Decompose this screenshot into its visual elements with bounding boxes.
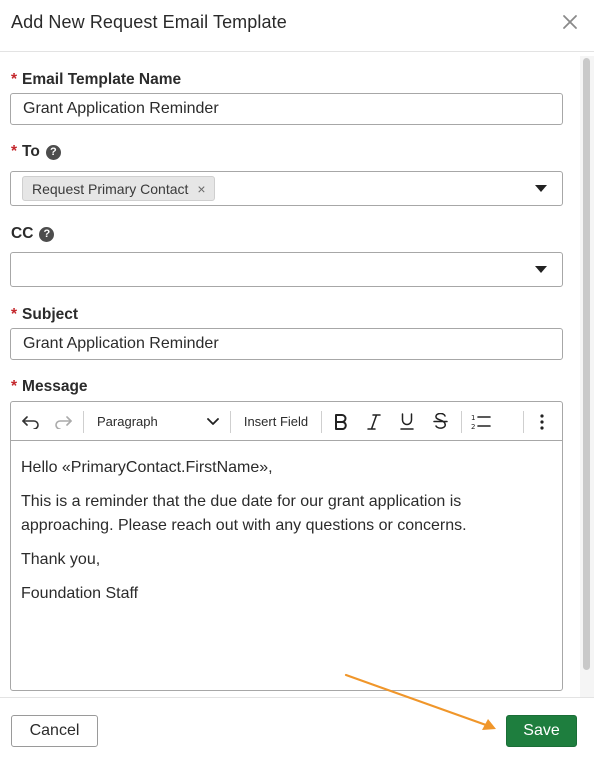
- toolbar-divider: [461, 411, 462, 433]
- underline-icon[interactable]: [395, 402, 419, 441]
- toolbar-divider: [523, 411, 524, 433]
- save-button[interactable]: Save: [506, 715, 577, 747]
- message-body[interactable]: Hello «PrimaryContact.FirstName», This i…: [21, 456, 551, 616]
- undo-icon[interactable]: [19, 402, 43, 441]
- redo-icon[interactable]: [51, 402, 75, 441]
- insert-field-label: Insert Field: [243, 414, 309, 429]
- cancel-button[interactable]: Cancel: [11, 715, 98, 747]
- close-icon[interactable]: [558, 10, 582, 34]
- to-select[interactable]: Request Primary Contact ×: [10, 171, 563, 206]
- chevron-down-icon: [207, 417, 219, 425]
- message-paragraph: Hello «PrimaryContact.FirstName»,: [21, 459, 273, 476]
- toolbar-divider: [83, 411, 84, 433]
- paragraph-style-dropdown[interactable]: Paragraph: [91, 402, 223, 441]
- template-name-label-text: Email Template Name: [22, 71, 182, 88]
- required-marker: *: [11, 306, 18, 323]
- cc-select[interactable]: [10, 252, 563, 287]
- message-paragraph: Thank you,: [21, 551, 101, 568]
- more-vertical-icon[interactable]: [531, 402, 553, 441]
- required-marker: *: [11, 143, 18, 160]
- recipient-chip-label: Request Primary Contact: [32, 180, 189, 197]
- message-paragraph: Foundation Staff: [21, 585, 139, 602]
- svg-text:1: 1: [471, 414, 475, 422]
- dialog-footer: Cancel Save: [0, 697, 594, 757]
- scrollbar-thumb[interactable]: [583, 58, 590, 670]
- template-name-input[interactable]: Grant Application Reminder: [10, 93, 563, 125]
- help-icon[interactable]: ?: [39, 226, 55, 242]
- cc-label-text: CC: [11, 225, 34, 242]
- remove-chip-icon[interactable]: ×: [197, 181, 205, 197]
- italic-icon[interactable]: [362, 402, 386, 441]
- required-marker: *: [11, 378, 18, 395]
- template-name-label: * Email Template Name: [11, 71, 181, 89]
- editor-toolbar: Paragraph Insert Field 1 2: [11, 402, 562, 441]
- dialog-header: Add New Request Email Template: [0, 0, 594, 52]
- dialog-body: * Email Template Name Grant Application …: [0, 53, 594, 697]
- to-label: * To ?: [11, 143, 61, 161]
- message-paragraph: This is a reminder that the due date for…: [21, 493, 467, 534]
- insert-field-button[interactable]: Insert Field: [237, 402, 315, 441]
- paragraph-style-label: Paragraph: [97, 414, 158, 429]
- scrollbar[interactable]: [580, 56, 594, 697]
- help-icon[interactable]: ?: [45, 144, 61, 160]
- subject-label: * Subject: [11, 306, 78, 324]
- toolbar-divider: [321, 411, 322, 433]
- message-label: * Message: [11, 378, 88, 396]
- bold-icon[interactable]: [329, 402, 353, 441]
- strikethrough-icon[interactable]: [428, 402, 452, 441]
- subject-label-text: Subject: [22, 306, 79, 323]
- required-marker: *: [11, 71, 18, 88]
- message-label-text: Message: [22, 378, 88, 395]
- add-email-template-dialog: Add New Request Email Template * Email T…: [0, 0, 594, 757]
- message-editor[interactable]: Paragraph Insert Field 1 2 Hello «Primar…: [10, 401, 563, 691]
- toolbar-divider: [230, 411, 231, 433]
- numbered-list-icon[interactable]: 12: [467, 402, 495, 441]
- dialog-title: Add New Request Email Template: [11, 12, 287, 32]
- dropdown-caret-icon[interactable]: [535, 266, 547, 274]
- recipient-chip: Request Primary Contact ×: [22, 176, 215, 201]
- to-label-text: To: [22, 143, 40, 160]
- svg-text:2: 2: [471, 423, 475, 430]
- dropdown-caret-icon[interactable]: [535, 185, 547, 193]
- subject-input[interactable]: Grant Application Reminder: [10, 328, 563, 360]
- cc-label: CC ?: [11, 225, 55, 243]
